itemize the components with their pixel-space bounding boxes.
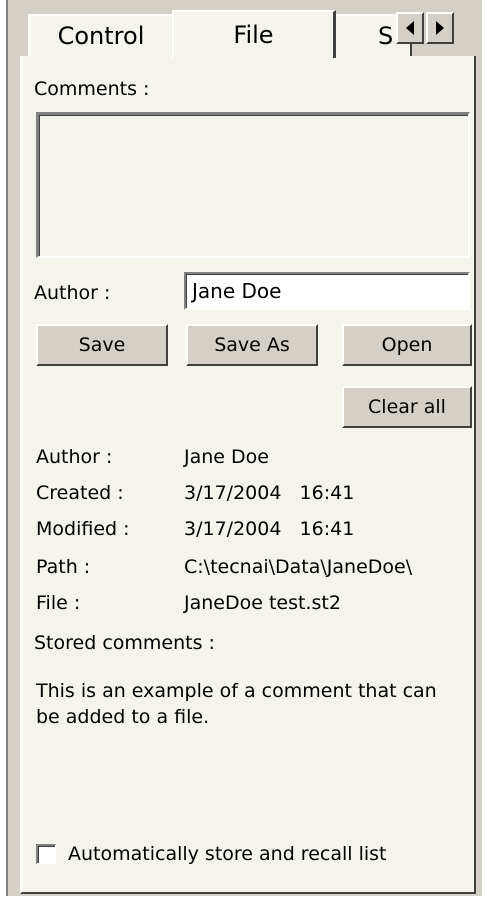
info-value: 3/17/2004 16:41	[184, 518, 355, 540]
open-button[interactable]: Open	[342, 324, 472, 366]
author-input[interactable]: Jane Doe	[184, 272, 470, 310]
tab-file[interactable]: File	[172, 10, 336, 58]
clear-all-button[interactable]: Clear all	[342, 386, 472, 428]
info-value: JaneDoe test.st2	[184, 592, 341, 614]
info-key: Path :	[36, 556, 91, 578]
tab-scroll-right-button[interactable]	[426, 12, 454, 44]
info-row-modified: Modified : 3/17/2004 16:41	[36, 518, 476, 546]
save-button[interactable]: Save	[36, 324, 168, 366]
file-tab-content: Comments : Author : Jane Doe Save Save A…	[20, 56, 476, 894]
arrow-left-icon	[406, 21, 414, 35]
stored-comments-label: Stored comments :	[34, 632, 215, 654]
comments-textarea[interactable]	[36, 112, 470, 258]
arrow-right-icon	[436, 21, 444, 35]
author-field-label: Author :	[34, 282, 111, 304]
stored-comments-text: This is an example of a comment that can…	[36, 680, 437, 728]
info-key: Author :	[36, 446, 113, 468]
tab-scroll-left-button[interactable]	[396, 12, 424, 44]
save-as-button[interactable]: Save As	[186, 324, 318, 366]
tab-control[interactable]: Control	[28, 14, 174, 56]
info-key: File :	[36, 592, 81, 614]
info-value: C:\tecnai\Data\JaneDoe\	[184, 556, 413, 578]
auto-store-label[interactable]: Automatically store and recall list	[68, 843, 386, 865]
tab-bar: Control File S	[6, 0, 482, 58]
info-row-author: Author : Jane Doe	[36, 446, 476, 474]
auto-store-option[interactable]: Automatically store and recall list	[36, 840, 386, 868]
info-row-created: Created : 3/17/2004 16:41	[36, 482, 476, 510]
info-key: Created :	[36, 482, 124, 504]
info-key: Modified :	[36, 518, 130, 540]
info-row-file: File : JaneDoe test.st2	[36, 592, 476, 620]
info-value: 3/17/2004 16:41	[184, 482, 355, 504]
info-row-path: Path : C:\tecnai\Data\JaneDoe\	[36, 556, 476, 584]
info-value: Jane Doe	[184, 446, 269, 468]
auto-store-checkbox[interactable]	[36, 844, 56, 864]
comments-label: Comments :	[34, 78, 150, 100]
